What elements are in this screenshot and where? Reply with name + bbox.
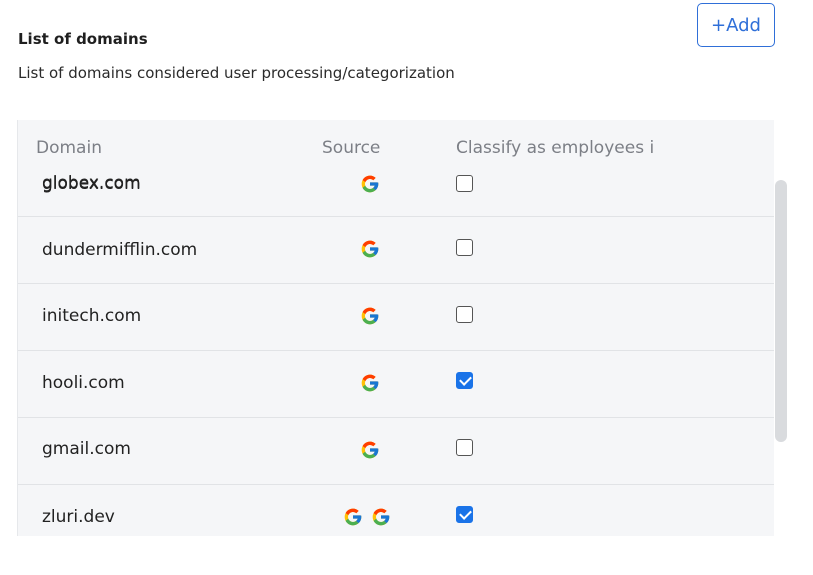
column-header-classify: Classify as employees i [456, 138, 655, 158]
domain-name: hooli.com [42, 373, 125, 393]
table-row[interactable]: zluri.dev [18, 485, 774, 536]
table-row[interactable]: hooli.com [18, 351, 774, 418]
scrollbar-thumb[interactable] [775, 180, 787, 442]
classify-checkbox[interactable] [456, 506, 473, 523]
google-icon [361, 441, 379, 459]
domain-name: globex.com [42, 173, 141, 193]
google-icon [344, 508, 362, 526]
classify-checkbox[interactable] [456, 239, 473, 256]
column-header-source: Source [322, 138, 381, 158]
source-cell [360, 239, 380, 259]
source-cell [360, 306, 380, 326]
google-icon [361, 175, 379, 193]
table-row[interactable]: dundermifflin.com [18, 217, 774, 284]
domain-name: zluri.dev [42, 507, 115, 527]
section-subtitle: List of domains considered user processi… [18, 64, 455, 82]
source-cell [360, 174, 380, 194]
classify-checkbox[interactable] [456, 306, 473, 323]
domains-table: Domain Source Classify as employees i gl… [17, 120, 774, 536]
table-header-overlay: Domain Source Classify as employees i [18, 120, 774, 176]
google-icon [372, 508, 390, 526]
domain-name: initech.com [42, 306, 142, 326]
classify-checkbox[interactable] [456, 372, 473, 389]
classify-checkbox[interactable] [456, 175, 473, 192]
domain-name: dundermifflin.com [42, 240, 198, 260]
classify-checkbox[interactable] [456, 439, 473, 456]
google-icon [361, 307, 379, 325]
table-row[interactable]: gmail.com [18, 418, 774, 485]
domain-name: gmail.com [42, 439, 131, 459]
table-row[interactable]: initech.com [18, 284, 774, 351]
section-title: List of domains [18, 30, 148, 48]
google-icon [361, 240, 379, 258]
source-cell [343, 507, 391, 527]
column-header-domain: Domain [36, 138, 102, 158]
source-cell [360, 373, 380, 393]
source-cell [360, 440, 380, 460]
google-icon [361, 374, 379, 392]
add-domain-button[interactable]: +Add [697, 3, 775, 47]
